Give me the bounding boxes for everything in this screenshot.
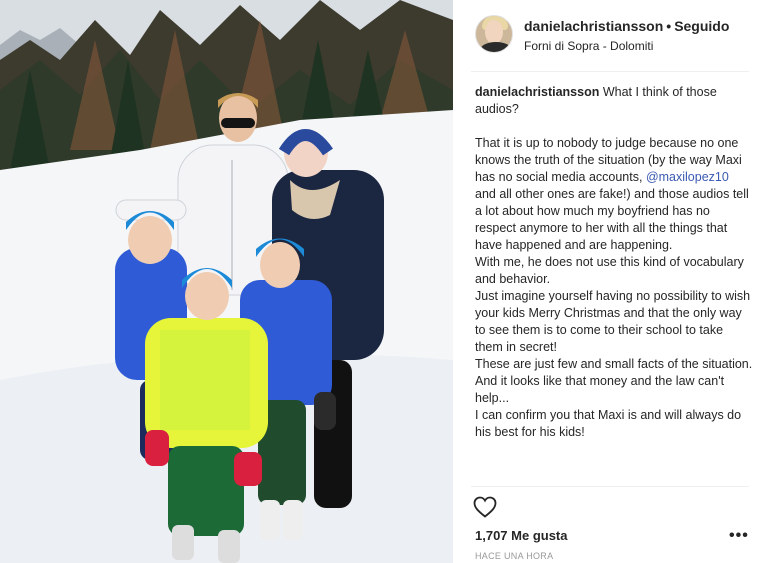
caption-paragraph-2: With me, he does not use this kind of vo… xyxy=(475,255,744,286)
caption-paragraph-3: Just imagine yourself having no possibil… xyxy=(475,289,751,354)
follow-status-button[interactable]: Seguido xyxy=(674,18,729,34)
post-timestamp: HACE UNA HORA xyxy=(475,551,554,561)
caption-author-link[interactable]: danielachristiansson xyxy=(475,85,599,99)
mention-link[interactable]: @maxilopez10 xyxy=(646,170,729,184)
username-link[interactable]: danielachristiansson xyxy=(524,18,663,34)
family-ski-photo xyxy=(0,0,453,563)
likes-count[interactable]: 1,707 Me gusta xyxy=(475,528,568,543)
caption-intro-paragraph: danielachristiansson What I think of tho… xyxy=(475,84,753,118)
post-photo xyxy=(0,0,453,563)
caption-paragraph-5: I can confirm you that Maxi is and will … xyxy=(475,408,742,439)
header-username-row: danielachristiansson • Seguido xyxy=(524,18,729,34)
avatar[interactable] xyxy=(475,15,513,53)
heart-outline-icon[interactable] xyxy=(473,496,499,520)
location-link[interactable]: Forni di Sopra - Dolomiti xyxy=(524,39,653,53)
separator-dot: • xyxy=(666,18,672,34)
caption-paragraph-1: That it is up to nobody to judge because… xyxy=(475,135,753,254)
header-divider xyxy=(471,71,749,72)
actions-divider xyxy=(471,486,749,487)
more-options-icon[interactable]: ••• xyxy=(729,528,749,544)
post-actions xyxy=(473,496,753,520)
caption-paragraph-4: These are just few and small facts of th… xyxy=(475,357,753,405)
caption-p1-end: and all other ones are fake!) and those … xyxy=(475,187,749,252)
post-header: danielachristiansson • Seguido Forni di So… xyxy=(453,0,767,70)
instagram-post: danielachristiansson • Seguido Forni di So… xyxy=(0,0,767,563)
post-side-panel: danielachristiansson • Seguido Forni di So… xyxy=(453,0,767,563)
post-caption: danielachristiansson What I think of tho… xyxy=(475,84,753,441)
